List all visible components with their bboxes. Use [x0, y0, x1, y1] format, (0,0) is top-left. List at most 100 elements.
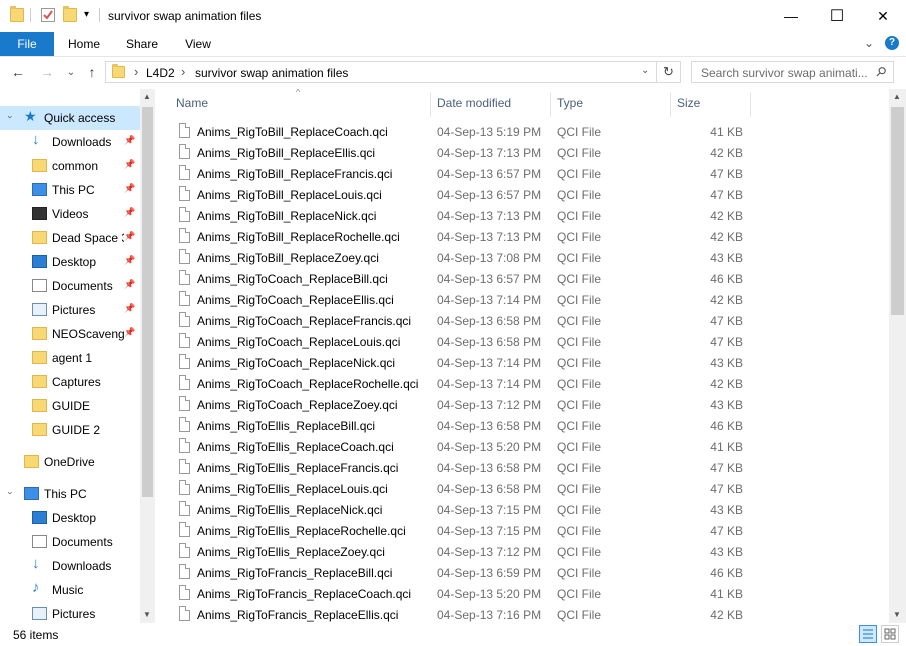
file-row[interactable]: Anims_RigToCoach_ReplaceNick.qci 04-Sep-… — [163, 352, 889, 373]
help-icon[interactable]: ? — [885, 36, 899, 50]
file-icon — [179, 312, 190, 327]
details-view-button[interactable] — [859, 625, 877, 643]
file-row[interactable]: Anims_RigToEllis_ReplaceBill.qci 04-Sep-… — [163, 415, 889, 436]
tab-file[interactable]: File — [0, 32, 54, 56]
tab-view[interactable]: View — [174, 32, 222, 56]
file-row[interactable]: Anims_RigToCoach_ReplaceZoey.qci 04-Sep-… — [163, 394, 889, 415]
file-size: 41 KB — [710, 440, 743, 454]
file-icon — [179, 144, 190, 159]
this-pc-item-2[interactable]: ↓ Downloads — [0, 554, 140, 578]
expand-ribbon-icon[interactable]: ⌄ — [864, 36, 874, 50]
file-row[interactable]: Anims_RigToFrancis_ReplaceEllis.qci 04-S… — [163, 604, 889, 623]
sidebar-item-label: Pictures — [52, 303, 96, 317]
new-folder-icon[interactable] — [63, 6, 77, 22]
sidebar-item-quick-access[interactable]: › ★ Quick access — [0, 106, 140, 130]
column-divider[interactable] — [550, 92, 551, 117]
sidebar-item-2[interactable]: This PC 📌 — [0, 178, 140, 202]
scroll-down-icon[interactable]: ▼ — [143, 610, 151, 619]
file-row[interactable]: Anims_RigToBill_ReplaceEllis.qci 04-Sep-… — [163, 142, 889, 163]
scroll-up-icon[interactable]: ▲ — [143, 92, 151, 101]
file-row[interactable]: Anims_RigToCoach_ReplaceLouis.qci 04-Sep… — [163, 331, 889, 352]
file-row[interactable]: Anims_RigToCoach_ReplaceBill.qci 04-Sep-… — [163, 268, 889, 289]
search-input[interactable]: Search survivor swap animati... ⚲ — [691, 61, 894, 83]
file-type: QCI File — [557, 251, 602, 265]
file-row[interactable]: Anims_RigToEllis_ReplaceFrancis.qci 04-S… — [163, 457, 889, 478]
collapse-icon[interactable]: › — [6, 492, 16, 495]
file-name: Anims_RigToBill_ReplaceZoey.qci — [197, 251, 379, 265]
address-bar[interactable]: › L4D2 › survivor swap animation files ⌄ — [105, 61, 657, 83]
file-row[interactable]: Anims_RigToEllis_ReplaceRochelle.qci 04-… — [163, 520, 889, 541]
this-pc-item-1[interactable]: Documents — [0, 530, 140, 554]
column-header-name[interactable]: Name — [176, 96, 208, 110]
column-divider[interactable] — [670, 92, 671, 117]
file-size: 46 KB — [710, 272, 743, 286]
file-row[interactable]: Anims_RigToEllis_ReplaceCoach.qci 04-Sep… — [163, 436, 889, 457]
sidebar-item-onedrive[interactable]: OneDrive — [0, 450, 140, 474]
sidebar-item-4[interactable]: Dead Space 3 📌 — [0, 226, 140, 250]
file-row[interactable]: Anims_RigToBill_ReplaceNick.qci 04-Sep-1… — [163, 205, 889, 226]
sidebar-item-10[interactable]: Captures — [0, 370, 140, 394]
file-row[interactable]: Anims_RigToBill_ReplaceRochelle.qci 04-S… — [163, 226, 889, 247]
address-dropdown-icon[interactable]: ⌄ — [641, 65, 649, 76]
sidebar-item-0[interactable]: ↓ Downloads 📌 — [0, 130, 140, 154]
sidebar-item-this-pc[interactable]: › This PC — [0, 482, 140, 506]
tab-home[interactable]: Home — [60, 32, 108, 56]
this-pc-item-4[interactable]: Pictures — [0, 602, 140, 623]
close-button[interactable]: ✕ — [860, 0, 906, 32]
sidebar-item-3[interactable]: Videos 📌 — [0, 202, 140, 226]
sidebar-item-7[interactable]: Pictures 📌 — [0, 298, 140, 322]
pin-icon: 📌 — [124, 303, 136, 313]
file-row[interactable]: Anims_RigToEllis_ReplaceNick.qci 04-Sep-… — [163, 499, 889, 520]
refresh-button[interactable]: ↻ — [657, 61, 681, 83]
sidebar-item-1[interactable]: common 📌 — [0, 154, 140, 178]
sidebar-item-11[interactable]: GUIDE — [0, 394, 140, 418]
file-row[interactable]: Anims_RigToEllis_ReplaceLouis.qci 04-Sep… — [163, 478, 889, 499]
sidebar-item-9[interactable]: agent 1 — [0, 346, 140, 370]
file-row[interactable]: Anims_RigToBill_ReplaceFrancis.qci 04-Se… — [163, 163, 889, 184]
up-button[interactable]: ↑ — [82, 62, 102, 82]
column-divider[interactable] — [750, 92, 751, 117]
file-row[interactable]: Anims_RigToBill_ReplaceCoach.qci 04-Sep-… — [163, 121, 889, 142]
forward-button[interactable]: → — [37, 62, 57, 82]
sidebar-item-12[interactable]: GUIDE 2 — [0, 418, 140, 442]
search-icon[interactable]: ⚲ — [872, 63, 889, 81]
monitor-icon — [24, 487, 39, 500]
file-row[interactable]: Anims_RigToBill_ReplaceLouis.qci 04-Sep-… — [163, 184, 889, 205]
file-icon — [179, 333, 190, 348]
file-row[interactable]: Anims_RigToFrancis_ReplaceBill.qci 04-Se… — [163, 562, 889, 583]
file-row[interactable]: Anims_RigToCoach_ReplaceFrancis.qci 04-S… — [163, 310, 889, 331]
file-row[interactable]: Anims_RigToEllis_ReplaceZoey.qci 04-Sep-… — [163, 541, 889, 562]
file-name: Anims_RigToBill_ReplaceFrancis.qci — [197, 167, 393, 181]
tab-share[interactable]: Share — [118, 32, 166, 56]
large-icons-view-button[interactable] — [881, 625, 899, 643]
properties-icon[interactable] — [41, 8, 55, 22]
column-header-date[interactable]: Date modified — [437, 96, 511, 110]
minimize-button[interactable]: — — [768, 0, 814, 32]
scroll-up-icon[interactable]: ▲ — [893, 92, 901, 101]
file-row[interactable]: Anims_RigToBill_ReplaceZoey.qci 04-Sep-1… — [163, 247, 889, 268]
collapse-icon[interactable]: › — [6, 116, 16, 119]
column-header-size[interactable]: Size — [677, 96, 700, 110]
scroll-down-icon[interactable]: ▼ — [893, 610, 901, 619]
sidebar-item-6[interactable]: Documents 📌 — [0, 274, 140, 298]
file-row[interactable]: Anims_RigToFrancis_ReplaceCoach.qci 04-S… — [163, 583, 889, 604]
file-row[interactable]: Anims_RigToCoach_ReplaceRochelle.qci 04-… — [163, 373, 889, 394]
sidebar-item-5[interactable]: Desktop 📌 — [0, 250, 140, 274]
navigation-pane-scroll-thumb[interactable] — [142, 107, 153, 497]
recent-locations-button[interactable]: ⌄ — [61, 62, 81, 82]
column-header-type[interactable]: Type — [557, 96, 583, 110]
file-size: 47 KB — [710, 314, 743, 328]
sidebar-item-8[interactable]: NEOScavenger 📌 — [0, 322, 140, 346]
this-pc-item-0[interactable]: Desktop — [0, 506, 140, 530]
column-divider[interactable] — [430, 92, 431, 117]
file-list-scroll-thumb[interactable] — [891, 107, 904, 315]
breadcrumb-current-folder[interactable]: survivor swap animation files — [195, 66, 348, 80]
customize-quick-access-icon[interactable]: ▾ — [84, 9, 89, 20]
maximize-button[interactable]: ☐ — [814, 0, 860, 32]
back-button[interactable]: ← — [8, 62, 28, 82]
download-icon: ↓ — [32, 555, 40, 572]
breadcrumb-l4d2[interactable]: L4D2 — [146, 66, 175, 80]
this-pc-item-3[interactable]: ♪ Music — [0, 578, 140, 602]
file-icon — [179, 438, 190, 453]
file-row[interactable]: Anims_RigToCoach_ReplaceEllis.qci 04-Sep… — [163, 289, 889, 310]
